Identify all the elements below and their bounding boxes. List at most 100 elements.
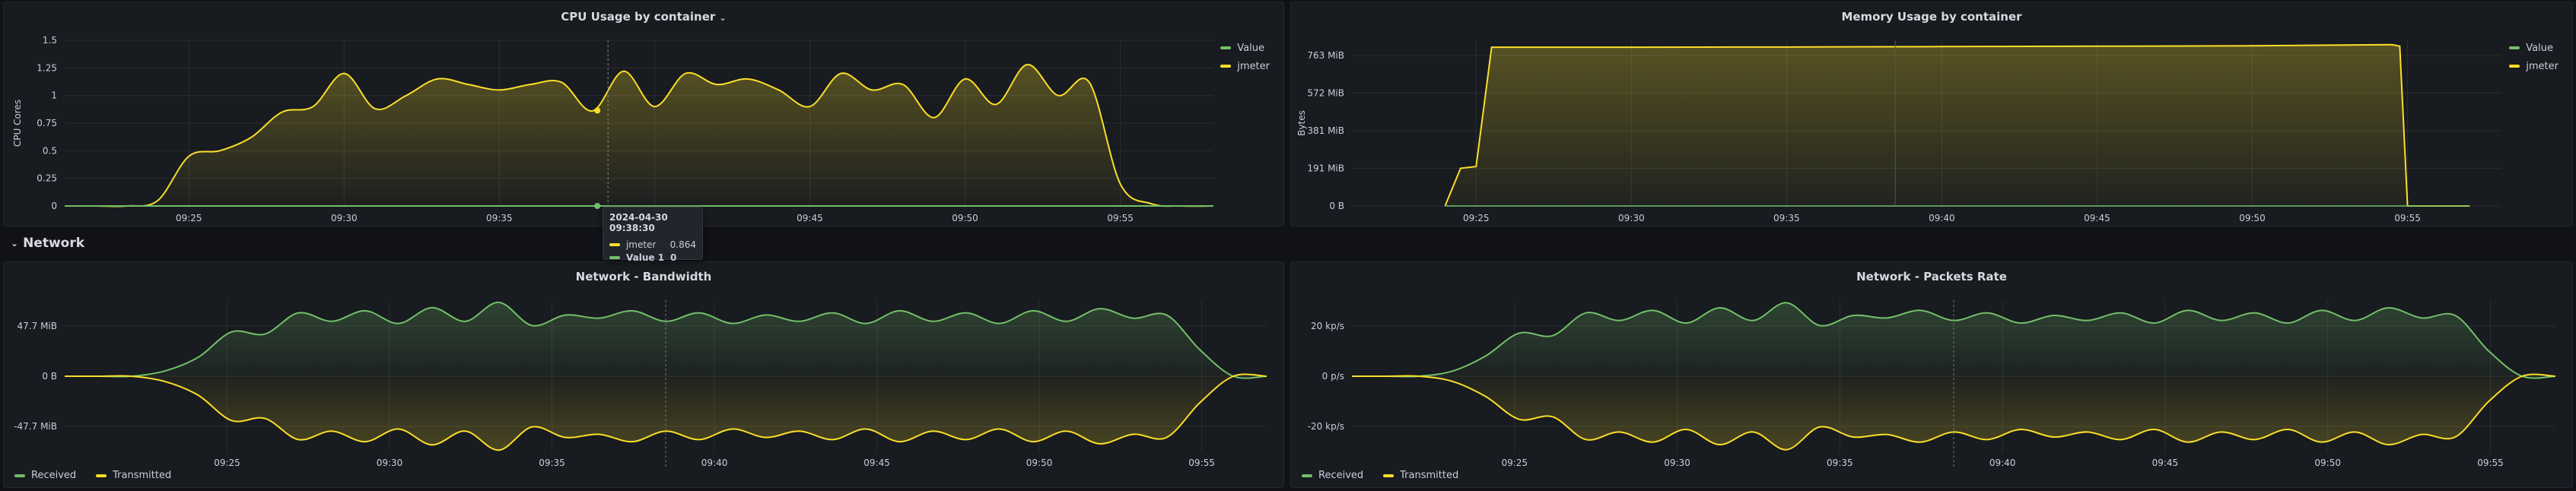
yellow-swatch: [96, 474, 107, 477]
packets-panel[interactable]: Network - Packets Rate 20 kp/s 0 p/s -20 k…: [1290, 261, 2573, 488]
legend-item-value[interactable]: Value: [1220, 39, 1270, 57]
series-area-jmeter: [65, 64, 1213, 207]
x-tick-label: 09:35: [1773, 213, 1800, 223]
y-tick-label: 763 MiB: [1307, 50, 1344, 61]
x-tick-label: 09:30: [1618, 213, 1645, 223]
x-tick-label: 09:25: [1463, 213, 1490, 223]
x-tick-label: 09:25: [1501, 458, 1528, 468]
bandwidth-panel[interactable]: Network - Bandwidth 47.7 MiB 0 B -47.7 MiB…: [3, 261, 1284, 488]
y-tick-label: 1.25: [37, 62, 57, 73]
yellow-swatch: [1383, 474, 1395, 477]
y-tick-label: 0 p/s: [1322, 371, 1344, 382]
x-tick-label: 09:45: [797, 213, 823, 223]
memory-panel[interactable]: Memory Usage by container 0 B 191 MiB 381 …: [1290, 2, 2573, 226]
tooltip-time: 2024-04-30 09:38:30: [609, 212, 668, 233]
x-tick-label: 09:50: [2239, 213, 2266, 223]
x-tick-label: 09:55: [1107, 213, 1134, 223]
tooltip-row: jmeter 0.864: [609, 238, 696, 251]
x-tick-label: 09:30: [1664, 458, 1690, 468]
green-swatch: [1302, 474, 1312, 477]
x-tick-label: 09:45: [2152, 458, 2179, 468]
legend-label: Transmitted: [1400, 470, 1459, 481]
y-tick-label: 20 kp/s: [1311, 321, 1344, 331]
hover-point: [594, 107, 601, 114]
packets-legend: Received Transmitted: [1302, 470, 1458, 481]
bandwidth-chart[interactable]: 47.7 MiB 0 B -47.7 MiB 09:25 09:30 09:35 09:40…: [4, 262, 1285, 489]
bandwidth-legend: Received Transmitted: [14, 470, 171, 481]
chevron-down-icon[interactable]: ⌄: [11, 238, 18, 249]
legend-label: jmeter: [2526, 60, 2559, 72]
x-tick-label: 09:45: [863, 458, 890, 468]
y-tick-label: 0 B: [1329, 201, 1344, 211]
legend-item-received[interactable]: Received: [1302, 470, 1363, 481]
x-tick-label: 09:55: [1188, 458, 1215, 468]
x-tick-label: 09:45: [2084, 213, 2110, 223]
y-axis-label: CPU Cores: [12, 100, 23, 147]
x-tick-label: 09:40: [1929, 213, 1955, 223]
y-tick-label: 381 MiB: [1307, 125, 1344, 136]
legend-label: Received: [31, 470, 77, 481]
x-tick-label: 09:40: [701, 458, 728, 468]
y-tick-label: 0 B: [42, 371, 57, 382]
tooltip-series-name: Value 1: [626, 252, 665, 263]
green-swatch: [2509, 46, 2520, 49]
cpu-panel[interactable]: CPU Usage by container ⌄ 0 0.25 0.5 0.75 1 1.…: [3, 2, 1284, 226]
green-swatch: [1220, 46, 1232, 49]
y-tick-label: 0: [51, 201, 57, 211]
y-tick-label: 0.5: [43, 145, 57, 156]
legend-label: Value: [1237, 42, 1264, 54]
x-tick-label: 09:55: [2477, 458, 2504, 468]
x-tick-label: 09:50: [952, 213, 978, 223]
y-tick-label: 191 MiB: [1307, 163, 1344, 173]
x-tick-label: 09:25: [214, 458, 240, 468]
hover-point: [594, 203, 601, 209]
y-tick-label: 0.75: [37, 118, 57, 128]
memory-chart[interactable]: 0 B 191 MiB 381 MiB 572 MiB 763 MiB 09:25 09:3…: [1291, 2, 2574, 227]
yellow-swatch: [1220, 65, 1232, 68]
memory-legend: Value jmeter: [2509, 39, 2559, 75]
tooltip-series-value: 0: [670, 252, 677, 263]
cpu-legend: Value jmeter: [1220, 39, 1270, 75]
x-tick-label: 09:50: [2314, 458, 2341, 468]
tooltip-row: Value 1 0: [609, 251, 696, 264]
yellow-swatch: [609, 242, 620, 246]
legend-item-jmeter[interactable]: jmeter: [2509, 57, 2559, 75]
x-tick-label: 09:35: [539, 458, 565, 468]
series-area-jmeter: [1445, 44, 2470, 207]
y-tick-label: 1.5: [43, 35, 57, 46]
tooltip-series-value: 0.864: [669, 239, 696, 250]
green-swatch: [14, 474, 25, 477]
legend-item-jmeter[interactable]: jmeter: [1220, 57, 1270, 75]
x-tick-label: 09:30: [331, 213, 358, 223]
tooltip-series-name: jmeter: [625, 239, 657, 250]
hover-tooltip: 2024-04-30 09:38:30 jmeter 0.864 Value 1…: [603, 207, 703, 263]
x-tick-label: 09:55: [2394, 213, 2421, 223]
legend-item-received[interactable]: Received: [14, 470, 76, 481]
row-title: Network: [23, 236, 85, 251]
x-tick-label: 09:35: [1827, 458, 1853, 468]
x-tick-label: 09:25: [176, 213, 202, 223]
legend-label: jmeter: [1237, 60, 1270, 72]
y-tick-label: 47.7 MiB: [17, 321, 57, 331]
y-tick-label: -47.7 MiB: [14, 421, 57, 432]
legend-item-transmitted[interactable]: Transmitted: [96, 470, 171, 481]
legend-label: Transmitted: [113, 470, 172, 481]
legend-item-value[interactable]: Value: [2509, 39, 2559, 57]
y-tick-label: 0.25: [37, 173, 57, 184]
x-tick-label: 09:35: [486, 213, 513, 223]
green-swatch: [609, 255, 620, 259]
legend-item-transmitted[interactable]: Transmitted: [1383, 470, 1458, 481]
yellow-swatch: [2509, 65, 2520, 68]
cpu-chart[interactable]: 00.250.50.7511.251.509:2509:3009:3509:40…: [4, 2, 1285, 227]
legend-label: Received: [1318, 470, 1364, 481]
x-tick-label: 09:40: [1989, 458, 2016, 468]
packets-chart[interactable]: 20 kp/s 0 p/s -20 kp/s 09:25 09:30 09:35 09:40…: [1291, 262, 2574, 489]
y-axis-label: Bytes: [1296, 110, 1307, 136]
legend-label: Value: [2526, 42, 2553, 54]
y-tick-label: 1: [51, 90, 57, 101]
y-tick-label: -20 kp/s: [1308, 421, 1344, 432]
x-tick-label: 09:30: [377, 458, 403, 468]
x-tick-label: 09:50: [1026, 458, 1053, 468]
row-header-network[interactable]: ⌄ Network: [11, 236, 84, 251]
y-tick-label: 572 MiB: [1307, 88, 1344, 99]
